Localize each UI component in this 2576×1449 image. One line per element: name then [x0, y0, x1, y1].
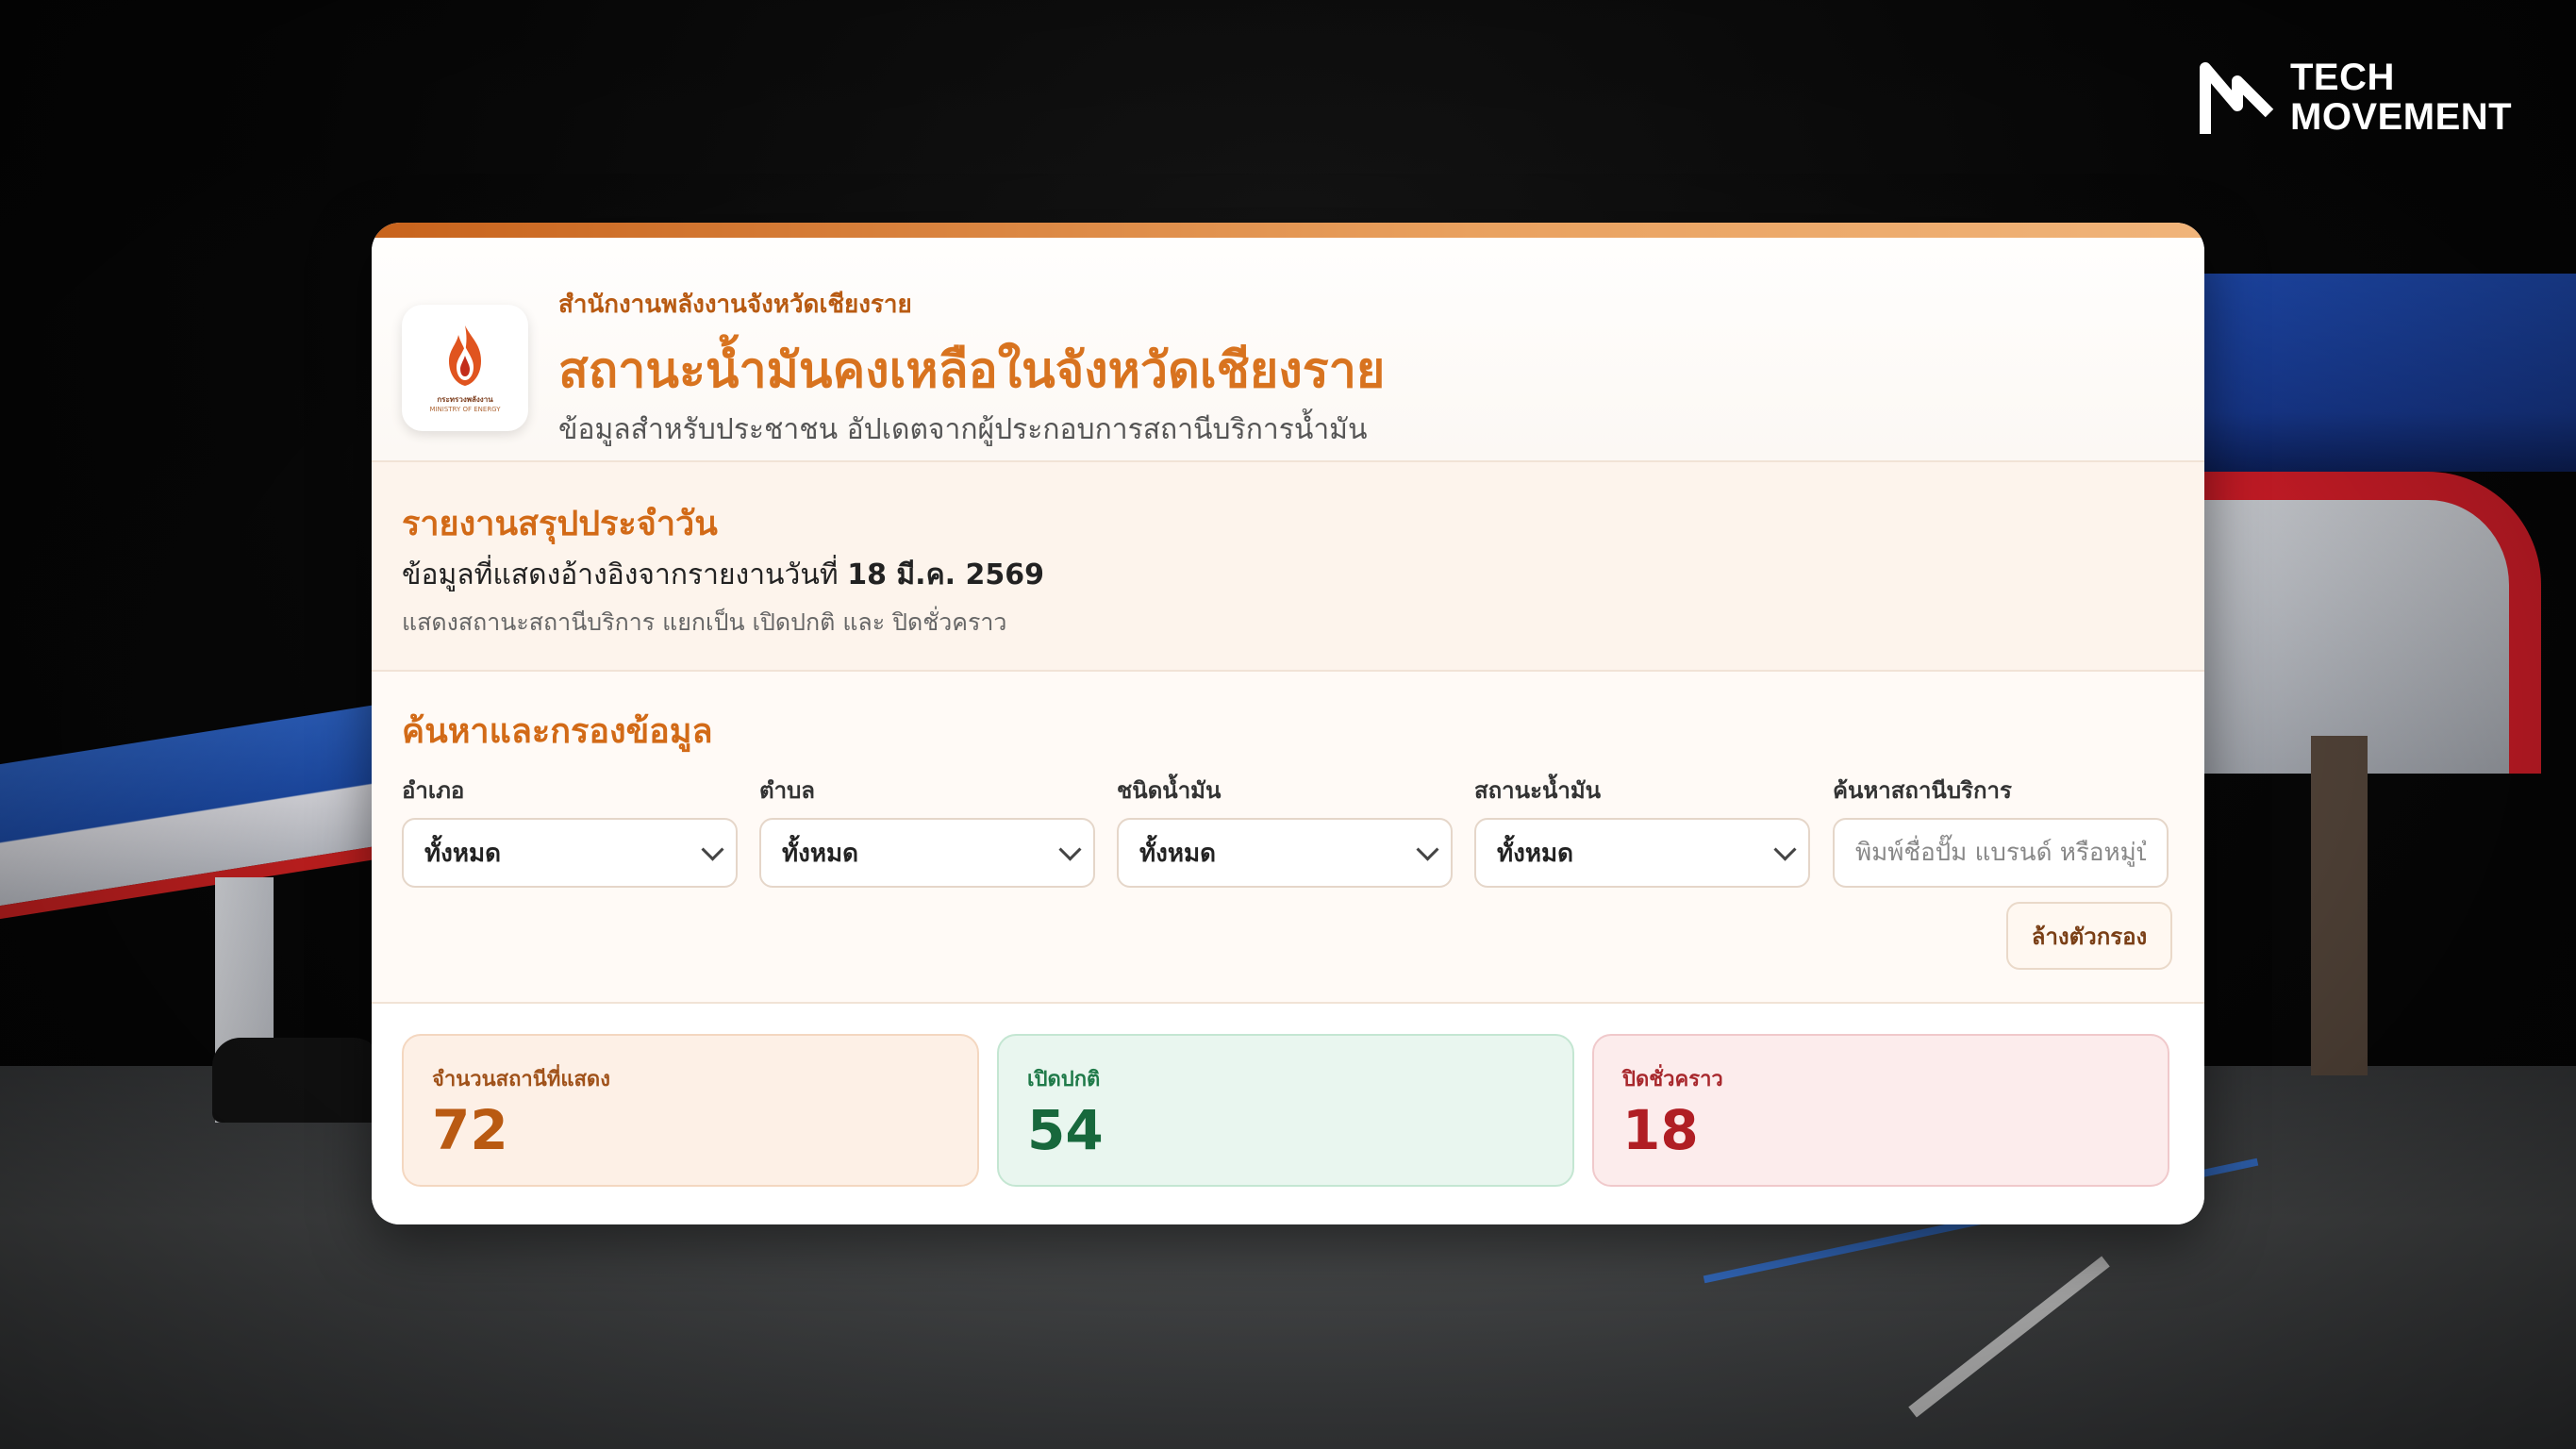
chevron-down-icon: [1058, 838, 1082, 861]
fuel-type-value: ทั้งหมด: [1139, 839, 1216, 868]
flame-emblem-icon: [449, 325, 481, 386]
fuel-type-label: ชนิดน้ำมัน: [1117, 777, 1222, 804]
daily-report-section: รายงานสรุปประจำวัน ข้อมูลที่แสดงอ้างอิงจ…: [372, 462, 2204, 672]
chevron-down-icon: [1773, 838, 1797, 861]
district-label: อำเภอ: [402, 777, 465, 804]
report-heading: รายงานสรุปประจำวัน: [402, 505, 718, 543]
open-stations-label: เปิดปกติ: [1027, 1068, 1101, 1091]
fuel-status-filter: สถานะน้ำมัน ทั้งหมด: [1474, 772, 1810, 888]
open-stations-count: 54: [1027, 1098, 1104, 1162]
open-stations-card: เปิดปกติ 54: [997, 1034, 1574, 1187]
total-stations-count: 72: [432, 1098, 508, 1162]
search-input[interactable]: [1833, 818, 2169, 888]
closed-stations-card: ปิดชั่วคราว 18: [1592, 1034, 2169, 1187]
main-card: กระทรวงพลังงาน MINISTRY OF ENERGY สำนักง…: [372, 223, 2204, 1224]
chevron-down-icon: [701, 838, 724, 861]
closed-stations-label: ปิดชั่วคราว: [1622, 1068, 1723, 1091]
total-stations-card: จำนวนสถานีที่แสดง 72: [402, 1034, 979, 1187]
logo-caption-th: กระทรวงพลังงาน: [437, 394, 493, 404]
fuel-status-value: ทั้งหมด: [1497, 839, 1573, 868]
subdistrict-label: ตำบล: [759, 777, 816, 804]
accent-bar: [372, 223, 2204, 238]
summary-stats: จำนวนสถานีที่แสดง 72 เปิดปกติ 54 ปิดชั่ว…: [372, 1004, 2204, 1224]
filter-heading: ค้นหาและกรองข้อมูล: [402, 712, 713, 751]
report-date: 18 มี.ค. 2569: [847, 558, 1044, 591]
page-title: สถานะน้ำมันคงเหลือในจังหวัดเชียงราย: [558, 342, 1386, 399]
filter-section: ค้นหาและกรองข้อมูล อำเภอ ทั้งหมด ตำบล ทั…: [372, 672, 2204, 1004]
report-reference: ข้อมูลที่แสดงอ้างอิงจากรายงานวันที่ 18 ม…: [402, 553, 1044, 597]
fuel-status-label: สถานะน้ำมัน: [1474, 777, 1602, 804]
search-label: ค้นหาสถานีบริการ: [1833, 777, 2012, 804]
brand-line-2: MOVEMENT: [2290, 96, 2513, 138]
district-select[interactable]: ทั้งหมด: [402, 818, 738, 888]
district-value: ทั้งหมด: [424, 839, 501, 868]
closed-stations-count: 18: [1622, 1098, 1699, 1162]
subdistrict-value: ทั้งหมด: [782, 839, 858, 868]
brand-line-1: TECH: [2290, 57, 2395, 98]
logo-caption-en: MINISTRY OF ENERGY: [429, 405, 501, 413]
clear-filters-button[interactable]: ล้างตัวกรอง: [2006, 902, 2172, 970]
report-reference-prefix: ข้อมูลที่แสดงอ้างอิงจากรายงานวันที่: [402, 558, 839, 591]
organization-name: สำนักงานพลังงานจังหวัดเชียงราย: [558, 291, 912, 319]
fuel-type-select[interactable]: ทั้งหมด: [1117, 818, 1453, 888]
brand-logo: TECH MOVEMENT: [2198, 55, 2512, 140]
ministry-logo: กระทรวงพลังงาน MINISTRY OF ENERGY: [402, 305, 528, 431]
fuel-type-filter: ชนิดน้ำมัน ทั้งหมด: [1117, 772, 1453, 888]
page-subtitle: ข้อมูลสำหรับประชาชน อัปเดตจากผู้ประกอบกา…: [558, 413, 1368, 446]
total-stations-label: จำนวนสถานีที่แสดง: [432, 1068, 610, 1091]
subdistrict-select[interactable]: ทั้งหมด: [759, 818, 1095, 888]
report-note: แสดงสถานะสถานีบริการ แยกเป็น เปิดปกติ แล…: [402, 608, 1007, 636]
subdistrict-filter: ตำบล ทั้งหมด: [759, 772, 1095, 888]
page-header: กระทรวงพลังงาน MINISTRY OF ENERGY สำนักง…: [372, 238, 2204, 462]
brand-mark-icon: [2200, 62, 2274, 134]
station-search: ค้นหาสถานีบริการ: [1833, 772, 2169, 888]
district-filter: อำเภอ ทั้งหมด: [402, 772, 738, 888]
fuel-status-select[interactable]: ทั้งหมด: [1474, 818, 1810, 888]
chevron-down-icon: [1416, 838, 1439, 861]
